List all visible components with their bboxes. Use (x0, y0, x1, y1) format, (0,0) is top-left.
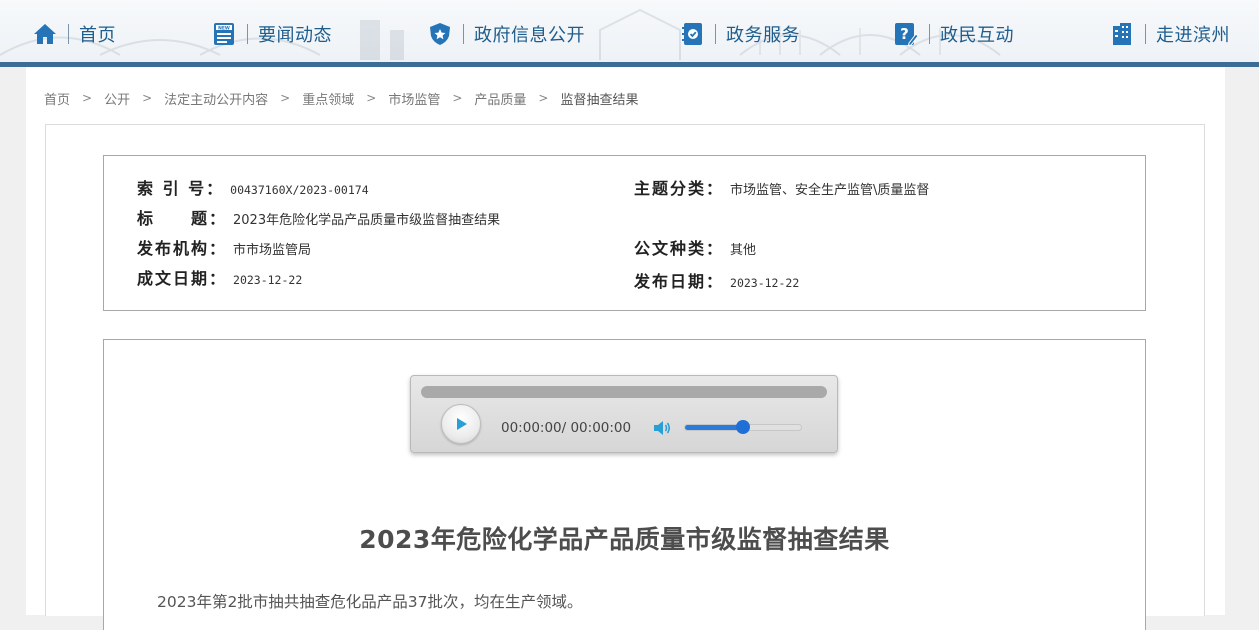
breadcrumb-item-home[interactable]: 首页 (44, 89, 70, 108)
info-value: 2023-12-22 (233, 273, 303, 287)
breadcrumb-separator: > (142, 91, 153, 105)
nav-separator (68, 24, 69, 44)
content-frame: 索 引 号： 00437160X/2023-00174 主题分类： 市场监管、安… (45, 124, 1205, 630)
nav-separator (247, 24, 248, 44)
nav-separator (1145, 24, 1146, 44)
nav-label: 政民互动 (940, 25, 1014, 46)
info-key: 发布日期： (634, 272, 725, 291)
service-icon (680, 22, 704, 46)
info-value: 00437160X/2023-00174 (230, 183, 369, 197)
info-written-date: 成文日期： 2023-12-22 (137, 265, 302, 289)
page-container: 首页 > 公开 > 法定主动公开内容 > 重点领域 > 市场监管 > 产品质量 … (26, 67, 1225, 630)
info-key: 公文种类： (634, 239, 725, 258)
info-key: 标 题： (137, 209, 228, 228)
building-icon (1110, 22, 1134, 46)
info-index-no: 索 引 号： 00437160X/2023-00174 (137, 175, 369, 199)
play-icon (457, 418, 467, 430)
play-button[interactable] (441, 404, 481, 444)
info-key: 成文日期： (137, 269, 228, 288)
info-publisher: 发布机构： 市市场监管局 (137, 235, 311, 259)
breadcrumb-item-quality[interactable]: 产品质量 (474, 89, 526, 108)
nav-item-home[interactable]: 首页 (33, 19, 116, 49)
document-info-box: 索 引 号： 00437160X/2023-00174 主题分类： 市场监管、安… (103, 155, 1146, 311)
info-doc-type: 公文种类： 其他 (634, 235, 756, 259)
nav-item-news[interactable]: NEW 要闻动态 (212, 19, 332, 49)
info-value: 2023-12-22 (730, 276, 800, 290)
nav-separator (715, 24, 716, 44)
breadcrumb-item-market[interactable]: 市场监管 (388, 89, 440, 108)
nav-item-interaction[interactable]: ? 政民互动 (894, 19, 1014, 49)
breadcrumb-item-statutory[interactable]: 法定主动公开内容 (164, 89, 268, 108)
volume-level (685, 425, 743, 430)
breadcrumb-separator: > (280, 91, 291, 105)
info-key: 索 引 号： (137, 179, 225, 198)
info-value: 市场监管、安全生产监管\质量监督 (730, 183, 930, 198)
nav-item-about[interactable]: 走进滨州 (1110, 19, 1230, 49)
volume-icon[interactable] (653, 419, 673, 437)
nav-separator (463, 24, 464, 44)
nav-label: 政府信息公开 (474, 25, 585, 46)
question-icon: ? (894, 22, 918, 46)
nav-separator (929, 24, 930, 44)
info-title: 标 题： 2023年危险化学品产品质量市级监督抽查结果 (137, 205, 500, 229)
nav-label: 走进滨州 (1156, 25, 1230, 46)
volume-slider[interactable] (684, 420, 802, 434)
info-key: 主题分类： (634, 179, 725, 198)
audio-player: 00:00:00/ 00:00:00 (410, 375, 838, 453)
nav-item-gov-info[interactable]: 政府信息公开 (428, 19, 585, 49)
breadcrumb-separator: > (452, 91, 463, 105)
info-value: 市市场监管局 (233, 243, 312, 258)
breadcrumb-separator: > (538, 91, 549, 105)
article-box: 00:00:00/ 00:00:00 2023年危险化学品产品质量市级监督抽查结… (103, 339, 1146, 630)
svg-text:NEW: NEW (218, 25, 230, 31)
article-paragraph: 2023年第2批市抽共抽查危化品产品37批次，均在生产领域。 (157, 593, 583, 611)
top-navigation: 首页 NEW 要闻动态 政府信息公开 政务服务 ? 政民互动 走进滨州 (0, 0, 1259, 62)
info-subject: 主题分类： 市场监管、安全生产监管\质量监督 (634, 175, 929, 199)
shield-icon (428, 22, 452, 46)
news-icon: NEW (212, 22, 236, 46)
breadcrumb-item-public[interactable]: 公开 (104, 89, 130, 108)
svg-text:?: ? (900, 25, 909, 43)
info-publish-date: 发布日期： 2023-12-22 (634, 268, 799, 292)
breadcrumb: 首页 > 公开 > 法定主动公开内容 > 重点领域 > 市场监管 > 产品质量 … (44, 88, 638, 108)
audio-time: 00:00:00/ 00:00:00 (501, 420, 632, 436)
breadcrumb-separator: > (366, 91, 377, 105)
home-icon (33, 22, 57, 46)
nav-label: 要闻动态 (258, 25, 332, 46)
info-value: 其他 (730, 243, 757, 258)
info-key: 发布机构： (137, 239, 228, 258)
article-title: 2023年危险化学品产品质量市级监督抽查结果 (359, 525, 890, 554)
nav-item-services[interactable]: 政务服务 (680, 19, 800, 49)
breadcrumb-separator: > (82, 91, 93, 105)
nav-label: 首页 (79, 25, 116, 46)
breadcrumb-item-current: 监督抽查结果 (560, 92, 639, 108)
audio-progress-bar[interactable] (421, 386, 827, 398)
nav-label: 政务服务 (726, 25, 800, 46)
breadcrumb-item-key-areas[interactable]: 重点领域 (302, 89, 354, 108)
city-skyline-decoration (0, 8, 1001, 60)
info-value: 2023年危险化学品产品质量市级监督抽查结果 (233, 213, 501, 228)
volume-handle[interactable] (736, 420, 750, 434)
